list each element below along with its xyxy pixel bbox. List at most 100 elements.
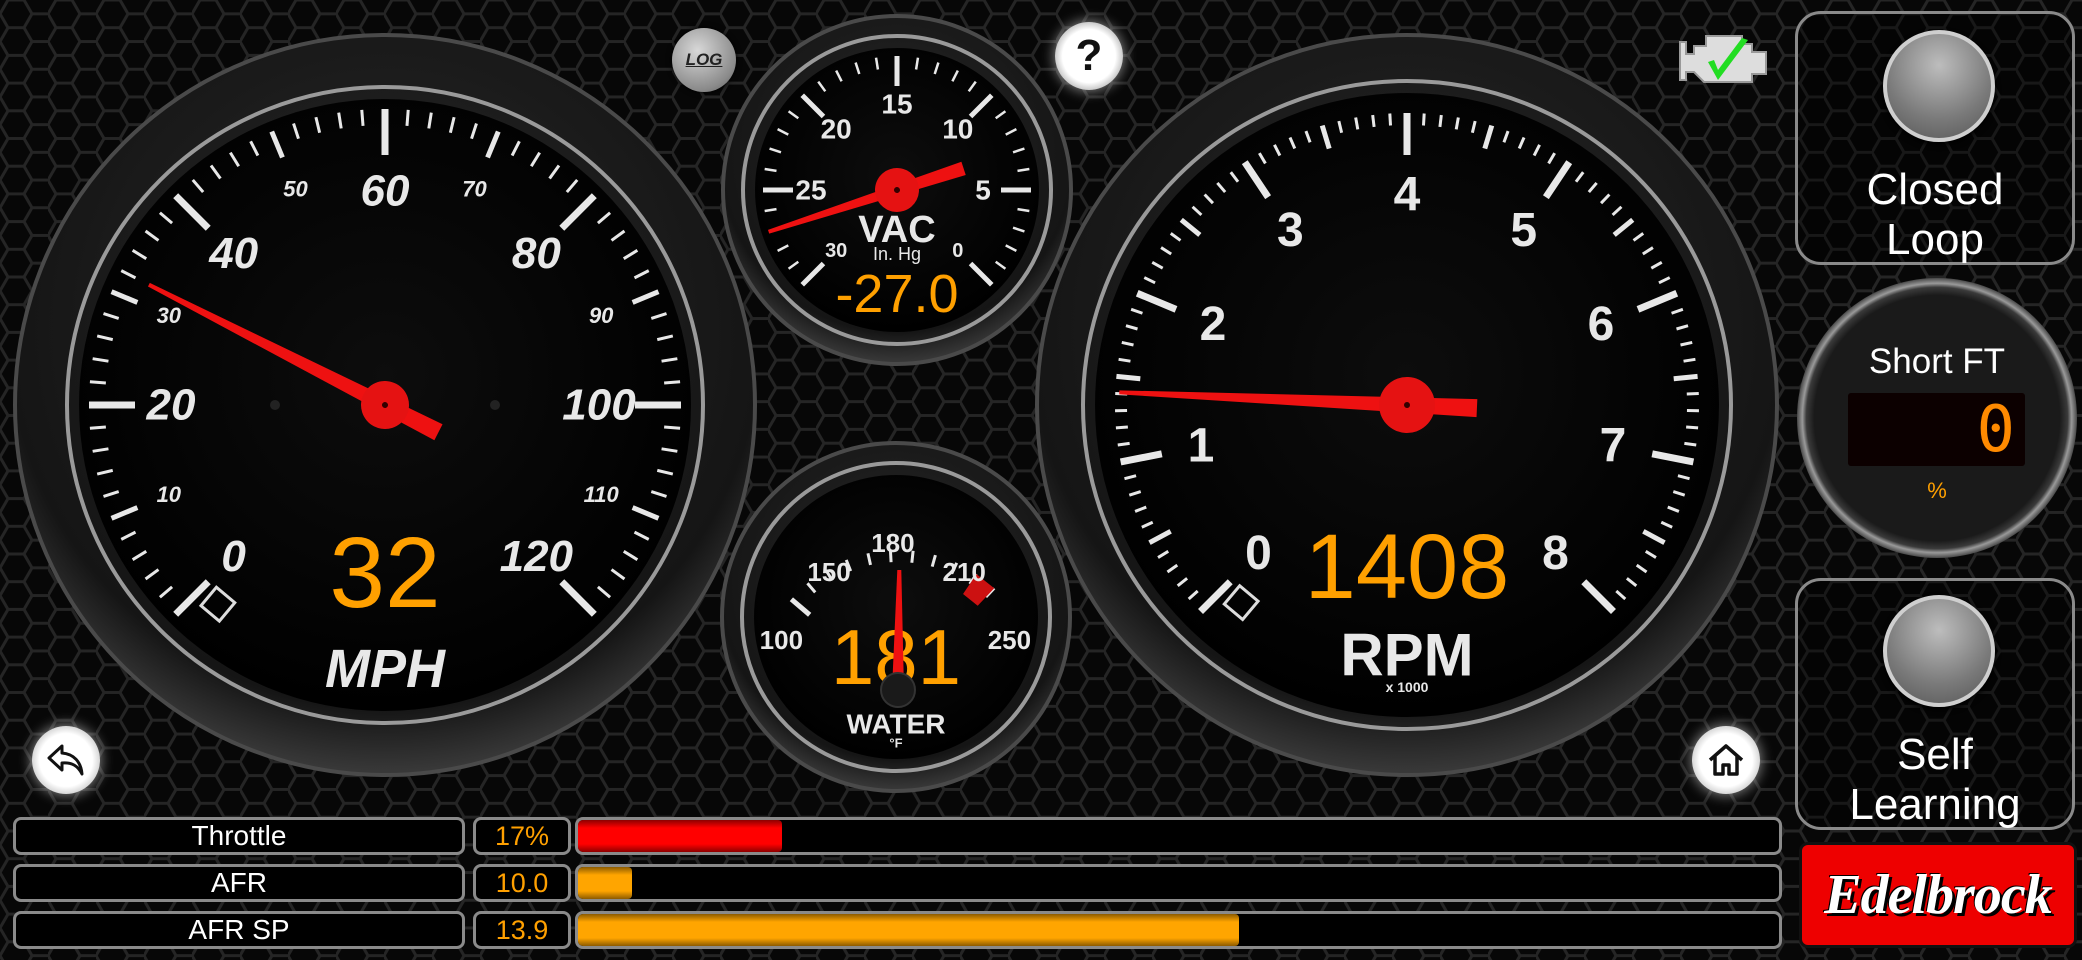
bar-fill — [578, 914, 1239, 946]
bar-fill — [578, 867, 633, 899]
rpm-tick-label: 1 — [1188, 419, 1215, 472]
speed-tick — [405, 109, 410, 126]
closed-loop-label-line1: Closed — [1866, 165, 2004, 214]
rpm-readout: 1408 — [1305, 516, 1510, 618]
speed-minor-label: 110 — [584, 482, 620, 507]
vacuum-tick-label: 0 — [952, 240, 963, 262]
bar-track — [575, 864, 1782, 902]
bar-label: Throttle — [13, 817, 465, 855]
speed-major-label: 40 — [208, 229, 258, 278]
bar-value: 17% — [473, 817, 571, 855]
speed-minor-label: 10 — [157, 482, 182, 507]
speed-major-label: 20 — [146, 381, 196, 430]
speed-tick — [360, 109, 365, 126]
short-ft-gauge: Short FT 0 % — [1797, 278, 2077, 558]
water-unit: °F — [889, 736, 902, 751]
check-engine-ok-icon — [1679, 35, 1767, 83]
rpm-tick — [1673, 373, 1698, 382]
water-tick-label: 250 — [988, 625, 1031, 655]
log-button[interactable]: LOG — [672, 28, 736, 92]
rpm-sublabel: x 1000 — [1386, 679, 1429, 695]
closed-loop-indicator[interactable]: Closed Loop — [1795, 11, 2075, 265]
rpm-tick-label: 7 — [1600, 419, 1627, 472]
rpm-tick-label: 3 — [1277, 204, 1304, 257]
rpm-tick — [1388, 113, 1393, 126]
vacuum-tick-label: 5 — [975, 175, 991, 206]
tachometer-gauge: 0123456781408RPMx 1000 — [1035, 33, 1779, 777]
rpm-tick-label: 5 — [1510, 204, 1537, 257]
rpm-tick — [1116, 373, 1141, 382]
speed-major-label: 80 — [512, 229, 561, 278]
water-tick-label: 100 — [760, 625, 803, 655]
speed-minor-label: 90 — [589, 303, 614, 328]
water-needle-pivot — [880, 672, 916, 708]
speed-readout: 32 — [329, 517, 440, 629]
water-temp-gauge: 100150180210250181WATER°F — [720, 441, 1072, 793]
bar-row-afr-sp: AFR SP 13.9 — [0, 911, 1790, 949]
rpm-tick — [1454, 117, 1460, 130]
back-button[interactable] — [32, 726, 100, 794]
screw-icon — [490, 400, 500, 410]
vacuum-tick-label: 10 — [942, 114, 973, 145]
speed-minor-label: 50 — [283, 176, 308, 201]
self-learning-indicator[interactable]: Self Learning — [1795, 578, 2075, 830]
speed-tick — [89, 380, 106, 385]
bar-row-throttle: Throttle 17% — [0, 817, 1790, 855]
logo-text: Edelbrock — [1824, 864, 2052, 926]
help-button[interactable]: ? — [1055, 22, 1123, 90]
bar-label: AFR — [13, 864, 465, 902]
rpm-tick — [1354, 117, 1360, 130]
water-tick-label: 150 — [807, 557, 850, 587]
speed-minor-label: 70 — [462, 176, 487, 201]
help-icon: ? — [1075, 31, 1103, 80]
speed-minor-label: 30 — [157, 303, 182, 328]
short-ft-unit: % — [1927, 478, 1947, 503]
bar-track — [575, 911, 1782, 949]
self-learning-label-line1: Self — [1897, 730, 1973, 779]
rpm-tick — [1684, 441, 1697, 447]
edelbrock-logo[interactable]: Edelbrock — [1802, 845, 2074, 945]
rpm-tick-label: 0 — [1245, 527, 1272, 580]
speed-tick — [664, 425, 681, 430]
bar-value: 13.9 — [473, 911, 571, 949]
speed-major-label: 100 — [562, 381, 636, 430]
back-arrow-icon — [47, 744, 84, 776]
engine-status-button[interactable] — [1676, 28, 1776, 92]
dashboard-canvas: 020406080100120103050 709011032MPH0123456… — [0, 0, 2082, 960]
rpm-tick — [1686, 425, 1699, 430]
closed-loop-lamp — [1883, 30, 1995, 142]
water-tick-label: 180 — [871, 528, 914, 558]
rpm-tick-label: 4 — [1394, 169, 1421, 222]
vacuum-readout: -27.0 — [835, 264, 958, 324]
vacuum-tick-label: 25 — [795, 175, 826, 206]
self-learning-label-line2: Learning — [1849, 780, 2021, 829]
rpm-tick-label: 6 — [1588, 298, 1615, 351]
vacuum-tick-label: 15 — [881, 89, 912, 120]
bar-fill — [578, 820, 783, 852]
home-icon — [1708, 744, 1744, 776]
speed-major-label: 120 — [500, 532, 574, 581]
rpm-tick — [1371, 114, 1376, 128]
water-tick-label: 210 — [943, 557, 986, 587]
bar-track — [575, 817, 1782, 855]
home-button[interactable] — [1692, 726, 1760, 794]
speed-tick — [89, 425, 106, 430]
vacuum-sublabel: In. Hg — [873, 244, 921, 264]
self-learning-lamp — [1883, 595, 1995, 707]
short-ft-title: Short FT — [1868, 342, 2006, 381]
speed-major-label: 60 — [361, 167, 410, 216]
speed-major-label: 0 — [221, 532, 246, 581]
rpm-tick-label: 2 — [1200, 298, 1227, 351]
rpm-tick — [1421, 113, 1426, 126]
log-icon: LOG — [685, 50, 723, 69]
rpm-tick — [1683, 357, 1696, 363]
short-ft-display: 0 — [1848, 393, 2025, 466]
rpm-tick — [1118, 357, 1131, 363]
vacuum-tick-label: 30 — [825, 240, 847, 262]
speedometer-gauge: 0 20 40 60 80 100 120 10 30 50 70 90 110 32 MPH — [13, 33, 757, 777]
speed-unit-label: MPH — [325, 639, 446, 699]
rpm-tick-label: 8 — [1542, 527, 1569, 580]
short-ft-value: 0 — [1976, 393, 2015, 467]
rpm-tick — [1117, 441, 1130, 447]
speed-tick — [664, 380, 681, 385]
